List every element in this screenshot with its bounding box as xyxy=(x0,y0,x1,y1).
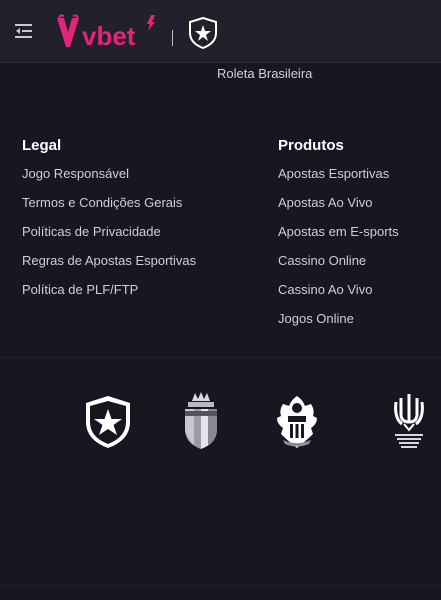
legal-section: Legal Jogo Responsável Termos e Condiçõe… xyxy=(22,138,196,311)
products-link-sports[interactable]: Apostas Esportivas xyxy=(278,166,399,195)
legal-link-privacy[interactable]: Políticas de Privacidade xyxy=(22,224,196,253)
footer-divider xyxy=(0,585,441,586)
menu-collapse-icon[interactable] xyxy=(13,21,35,41)
products-link-esports[interactable]: Apostas em E-sports xyxy=(278,224,399,253)
legal-link-responsible-gaming[interactable]: Jogo Responsável xyxy=(22,166,196,195)
svg-text:vbet: vbet xyxy=(82,21,136,50)
products-title: Produtos xyxy=(278,137,344,154)
products-section: Produtos Apostas Esportivas Apostas Ao V… xyxy=(278,138,399,340)
legal-link-plf-ftp[interactable]: Política de PLF/FTP xyxy=(22,282,196,311)
products-link-live[interactable]: Apostas Ao Vivo xyxy=(278,195,399,224)
ogc-nice-crest-icon[interactable] xyxy=(275,394,319,450)
legal-title: Legal xyxy=(22,137,62,154)
botafogo-crest-icon[interactable] xyxy=(83,394,133,450)
products-link-casino[interactable]: Cassino Online xyxy=(278,253,399,282)
roleta-brasileira-link[interactable]: Roleta Brasileira xyxy=(217,66,312,81)
legal-link-sports-rules[interactable]: Regras de Apostas Esportivas xyxy=(22,253,196,282)
legal-link-terms[interactable]: Termos e Condições Gerais xyxy=(22,195,196,224)
products-link-live-casino[interactable]: Cassino Ao Vivo xyxy=(278,282,399,311)
products-link-games[interactable]: Jogos Online xyxy=(278,311,399,340)
site-header: vbet xyxy=(0,0,441,63)
vbet-logo[interactable]: vbet xyxy=(55,14,160,51)
section-divider xyxy=(0,357,441,358)
botafogo-star-icon[interactable] xyxy=(188,16,218,50)
header-separator xyxy=(172,30,173,46)
ukrainian-football-association-crest-icon[interactable] xyxy=(392,392,426,452)
as-monaco-crest-icon[interactable] xyxy=(182,391,220,451)
